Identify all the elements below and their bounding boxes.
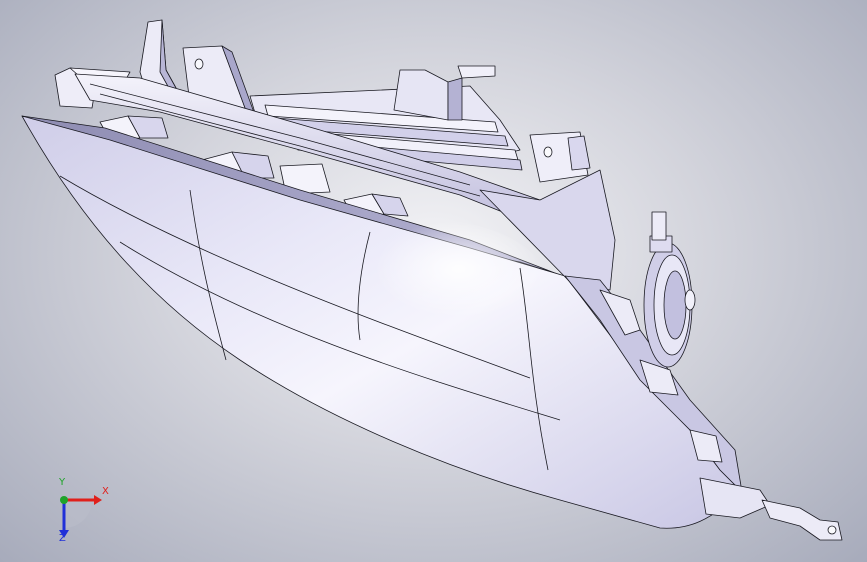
x-axis-label: X bbox=[102, 486, 109, 497]
graphics-viewport[interactable]: X Y Z bbox=[0, 0, 867, 562]
y-axis-arrow bbox=[60, 496, 68, 504]
headlamp-3d-model[interactable] bbox=[0, 0, 867, 562]
coordinate-triad: X Y Z bbox=[44, 478, 114, 548]
mounting-bracket-right bbox=[529, 131, 591, 183]
z-axis-label: Z bbox=[59, 533, 66, 544]
y-axis-label: Y bbox=[59, 477, 66, 488]
bottom-bracket bbox=[699, 477, 843, 541]
bulb-socket bbox=[643, 211, 696, 368]
